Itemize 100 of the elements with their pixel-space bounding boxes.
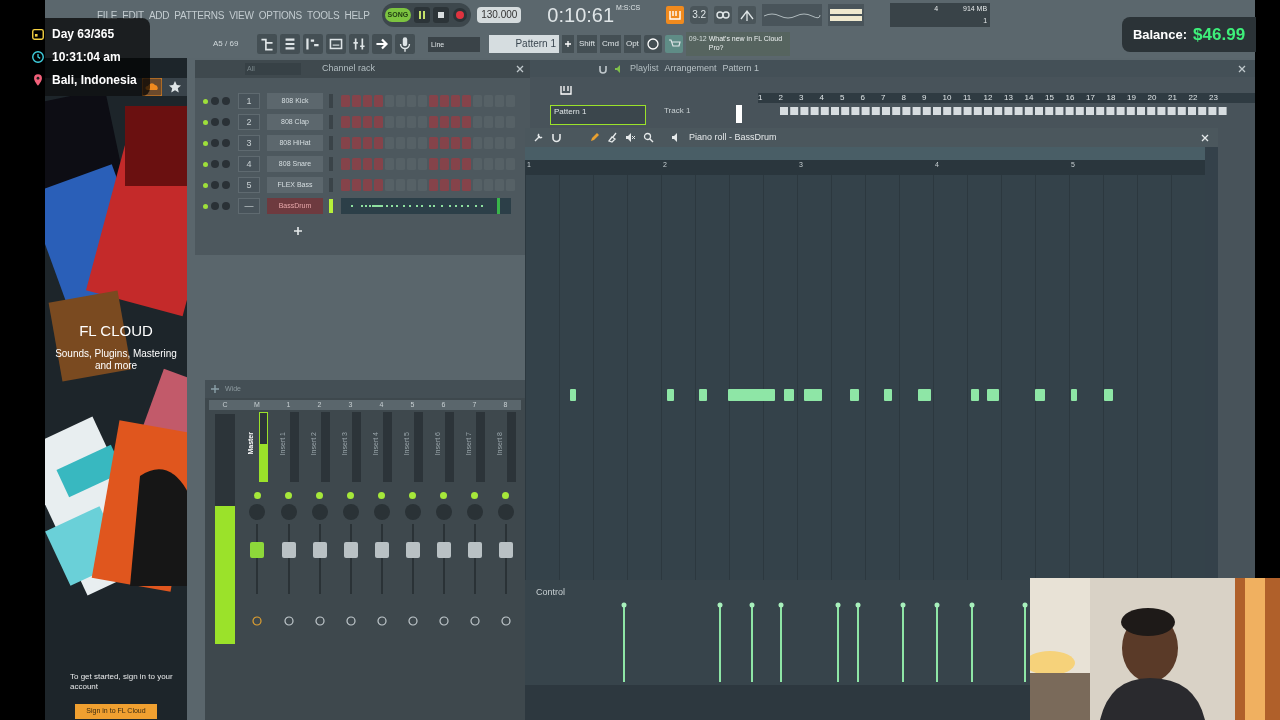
window-title: Channel rack bbox=[322, 62, 376, 76]
control-label[interactable]: Control bbox=[536, 586, 565, 600]
mute-icon[interactable] bbox=[625, 132, 636, 143]
close-icon[interactable] bbox=[515, 64, 525, 74]
window-title: Piano roll - BassDrum bbox=[689, 130, 777, 144]
channel-number[interactable]: 2 bbox=[238, 114, 260, 130]
brush-icon[interactable] bbox=[607, 132, 618, 143]
ruler-number: 17 bbox=[1086, 93, 1096, 103]
track-mute-bar[interactable] bbox=[736, 105, 742, 123]
pause-button[interactable] bbox=[414, 7, 431, 23]
led-icon[interactable] bbox=[316, 492, 323, 499]
plus-icon[interactable] bbox=[210, 384, 220, 394]
piano-roll-icon[interactable] bbox=[303, 34, 323, 54]
channel-number[interactable]: 1 bbox=[238, 93, 260, 109]
fader-icon[interactable] bbox=[435, 524, 452, 594]
fader-icon[interactable] bbox=[497, 524, 514, 594]
channel-rack-icon[interactable] bbox=[280, 34, 300, 54]
led-icon[interactable] bbox=[285, 492, 292, 499]
overlay-text: 10:31:04 am bbox=[52, 49, 121, 66]
track-name[interactable]: Track 1 bbox=[664, 105, 736, 117]
velocity-bar[interactable] bbox=[835, 602, 841, 682]
cart-icon[interactable] bbox=[664, 35, 683, 53]
modifier-key-button[interactable]: Shift bbox=[577, 35, 597, 53]
recording-rate-button[interactable]: 3.2 bbox=[690, 6, 709, 24]
menu-item[interactable]: OPTIONS bbox=[258, 7, 302, 23]
velocity-bar[interactable] bbox=[934, 602, 940, 682]
led-icon[interactable] bbox=[203, 140, 208, 146]
piano-keys-icon[interactable] bbox=[560, 85, 572, 95]
breadcrumb-item[interactable]: Arrangement bbox=[664, 61, 717, 76]
modifier-key-button[interactable]: Cmd bbox=[600, 35, 621, 53]
time-display: 0:10:61 bbox=[547, 3, 615, 27]
close-icon[interactable] bbox=[1237, 63, 1247, 74]
ruler-number: 7 bbox=[881, 93, 887, 103]
led-icon[interactable] bbox=[440, 492, 447, 499]
microphone-icon[interactable] bbox=[395, 34, 415, 54]
led-icon[interactable] bbox=[203, 203, 208, 209]
breadcrumb-item[interactable]: Pattern 1 bbox=[722, 61, 760, 76]
menu-item[interactable]: TOOLS bbox=[306, 7, 340, 23]
menu-item[interactable]: PATTERNS bbox=[174, 7, 225, 23]
fader-icon[interactable] bbox=[280, 524, 297, 594]
velocity-bar[interactable] bbox=[749, 602, 755, 682]
velocity-bar[interactable] bbox=[855, 602, 861, 682]
fader-icon[interactable] bbox=[342, 524, 359, 594]
channel-number[interactable]: 3 bbox=[238, 135, 260, 151]
fader-icon[interactable] bbox=[373, 524, 390, 594]
menu-item[interactable]: VIEW bbox=[229, 7, 254, 23]
led-icon[interactable] bbox=[203, 182, 208, 188]
led-icon[interactable] bbox=[253, 492, 261, 499]
pattern-clips-drawing[interactable] bbox=[780, 107, 1230, 115]
ruler-number: 16 bbox=[1065, 93, 1076, 103]
velocity-bar[interactable] bbox=[900, 602, 906, 682]
sign-in-prompt: To get started, sign in to your account bbox=[70, 672, 174, 692]
brand-title: FL CLOUD bbox=[78, 321, 154, 341]
fader-icon[interactable] bbox=[249, 524, 265, 594]
menu-item[interactable]: HELP bbox=[344, 7, 370, 23]
menu-item[interactable]: FILE bbox=[97, 7, 118, 23]
velocity-bar[interactable] bbox=[778, 602, 784, 682]
channel-number[interactable]: 4 bbox=[238, 156, 260, 172]
fader-icon[interactable] bbox=[466, 524, 483, 594]
fader-icon[interactable] bbox=[404, 524, 421, 594]
velocity-bar[interactable] bbox=[717, 602, 723, 682]
magnet-icon[interactable] bbox=[598, 63, 608, 74]
led-icon[interactable] bbox=[347, 492, 354, 499]
channel-number[interactable]: 5 bbox=[238, 177, 260, 193]
loop-icon[interactable] bbox=[714, 6, 733, 24]
plus-icon[interactable] bbox=[562, 35, 574, 53]
zoom-icon[interactable] bbox=[643, 132, 654, 143]
ruler-number: 13 bbox=[1004, 93, 1014, 103]
velocity-bar[interactable] bbox=[969, 602, 975, 682]
led-icon[interactable] bbox=[203, 98, 208, 104]
fader-icon[interactable] bbox=[311, 524, 328, 594]
modifier-key-button[interactable]: Opt bbox=[623, 35, 641, 53]
channel-number[interactable]: — bbox=[238, 198, 260, 214]
led-icon[interactable] bbox=[203, 161, 208, 167]
add-icon[interactable] bbox=[294, 227, 302, 235]
pattern-selector[interactable]: Pattern 1 bbox=[489, 35, 559, 53]
menu-item[interactable]: EDIT bbox=[122, 7, 144, 23]
ruler-number: 4 bbox=[819, 93, 825, 103]
velocity-bar[interactable] bbox=[621, 602, 627, 682]
led-icon[interactable] bbox=[378, 492, 385, 499]
mixer-icon[interactable] bbox=[349, 34, 369, 54]
menu-item[interactable]: ADD bbox=[148, 7, 170, 23]
playlist-icon[interactable] bbox=[326, 34, 346, 54]
piano-keys-icon[interactable] bbox=[666, 6, 685, 24]
led-icon[interactable] bbox=[471, 492, 478, 499]
led-icon[interactable] bbox=[409, 492, 416, 499]
led-icon[interactable] bbox=[203, 119, 208, 125]
pencil-icon[interactable] bbox=[589, 132, 600, 143]
velocity-bar[interactable] bbox=[1022, 602, 1028, 682]
location-pin-icon bbox=[31, 73, 45, 87]
led-icon[interactable] bbox=[502, 492, 509, 499]
stop-button[interactable] bbox=[433, 7, 450, 23]
ruler-number: 21 bbox=[1168, 93, 1178, 103]
pattern-preview[interactable] bbox=[341, 198, 511, 214]
wrench-icon[interactable] bbox=[533, 132, 544, 143]
star-icon[interactable] bbox=[168, 80, 182, 94]
ruler-number: 15 bbox=[1045, 93, 1055, 103]
tempo-field[interactable]: 130.000 bbox=[477, 7, 522, 23]
pattern-picker[interactable]: Pattern 1 bbox=[550, 105, 646, 125]
browser-icon[interactable] bbox=[257, 34, 277, 54]
